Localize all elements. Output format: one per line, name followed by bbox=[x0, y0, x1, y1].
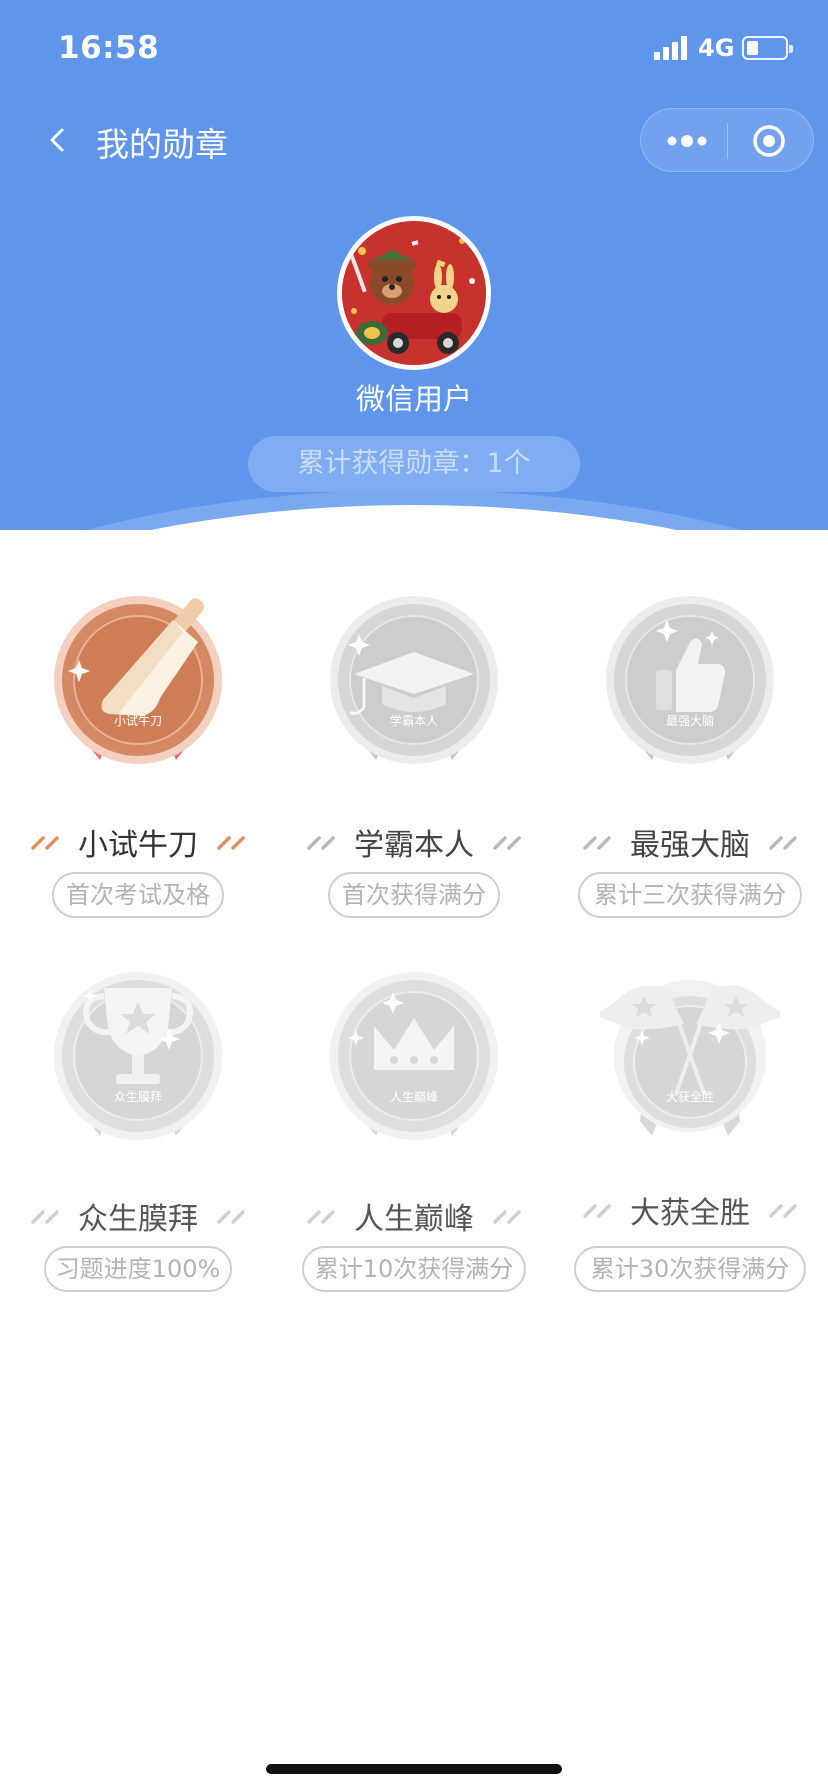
medal-label: 大获全胜 bbox=[666, 1089, 714, 1104]
header-banner: 16:58 4G 我的勋章 微信用户 累计获得勋章：1个 bbox=[0, 0, 828, 530]
username: 微信用户 bbox=[355, 382, 472, 416]
medal-silver: 人生巅峰 bbox=[324, 966, 504, 1166]
badge-desc: 累计30次获得满分 bbox=[574, 1246, 806, 1292]
slash-decoration-icon bbox=[583, 1204, 611, 1218]
status-time: 16:58 bbox=[58, 30, 160, 66]
badge-desc: 累计10次获得满分 bbox=[302, 1246, 526, 1292]
home-indicator[interactable] bbox=[266, 1764, 562, 1774]
status-bar: 16:58 4G bbox=[0, 0, 828, 100]
badge-title-row: 小试牛刀 bbox=[0, 820, 276, 864]
medal-silver: 学霸本人 bbox=[324, 590, 504, 790]
badge-desc: 习题进度100% bbox=[44, 1246, 232, 1292]
slash-decoration-icon bbox=[583, 836, 611, 850]
network-type: 4G bbox=[698, 34, 735, 62]
medal-silver: 最强大脑 bbox=[600, 590, 780, 790]
signal-icon bbox=[654, 36, 688, 60]
battery-icon bbox=[742, 36, 793, 60]
more-icon[interactable] bbox=[665, 129, 709, 153]
slash-decoration-icon bbox=[493, 836, 521, 850]
slash-decoration-icon bbox=[31, 836, 59, 850]
badge-title: 小试牛刀 bbox=[78, 828, 198, 863]
medal-label: 众生膜拜 bbox=[114, 1090, 162, 1104]
badge-count-pill: 累计获得勋章：1个 bbox=[248, 436, 580, 492]
battery-level bbox=[747, 41, 758, 55]
slash-decoration-icon bbox=[769, 1204, 797, 1218]
medal-label: 人生巅峰 bbox=[390, 1090, 438, 1104]
medal-silver: 众生膜拜 bbox=[48, 966, 228, 1166]
slash-decoration-icon bbox=[769, 836, 797, 850]
slash-decoration-icon bbox=[217, 836, 245, 850]
badge-desc: 累计三次获得满分 bbox=[578, 872, 802, 918]
medal-silver: 大获全胜 bbox=[594, 966, 786, 1166]
badge-title: 众生膜拜 bbox=[78, 1202, 198, 1237]
badge-desc: 首次考试及格 bbox=[52, 872, 224, 918]
medal-bronze: 小试牛刀 bbox=[48, 590, 228, 790]
badge-title-row: 最强大脑 bbox=[552, 820, 828, 864]
badge-title-row: 众生膜拜 bbox=[0, 1194, 276, 1238]
badge-title: 大获全胜 bbox=[630, 1196, 750, 1231]
nav-bar: 我的勋章 bbox=[0, 100, 828, 182]
slash-decoration-icon bbox=[217, 1210, 245, 1224]
medal-label: 学霸本人 bbox=[390, 713, 438, 728]
badge-title-row: 学霸本人 bbox=[276, 820, 552, 864]
slash-decoration-icon bbox=[307, 1210, 335, 1224]
badge-title: 人生巅峰 bbox=[354, 1202, 474, 1237]
miniprogram-capsule bbox=[640, 108, 814, 172]
slash-decoration-icon bbox=[493, 1210, 521, 1224]
medal-label: 小试牛刀 bbox=[114, 713, 162, 728]
back-icon[interactable] bbox=[44, 122, 74, 158]
badge-title-row: 大获全胜 bbox=[552, 1188, 828, 1232]
medal-label: 最强大脑 bbox=[666, 714, 714, 728]
close-miniprogram-icon[interactable] bbox=[751, 123, 787, 159]
avatar[interactable] bbox=[337, 216, 491, 370]
badge-title-row: 人生巅峰 bbox=[276, 1194, 552, 1238]
slash-decoration-icon bbox=[31, 1210, 59, 1224]
slash-decoration-icon bbox=[307, 836, 335, 850]
badge-title: 学霸本人 bbox=[354, 828, 474, 863]
avatar-illustration bbox=[342, 221, 486, 365]
badge-desc: 首次获得满分 bbox=[328, 872, 500, 918]
page-title: 我的勋章 bbox=[96, 125, 228, 164]
badge-title: 最强大脑 bbox=[630, 828, 750, 863]
